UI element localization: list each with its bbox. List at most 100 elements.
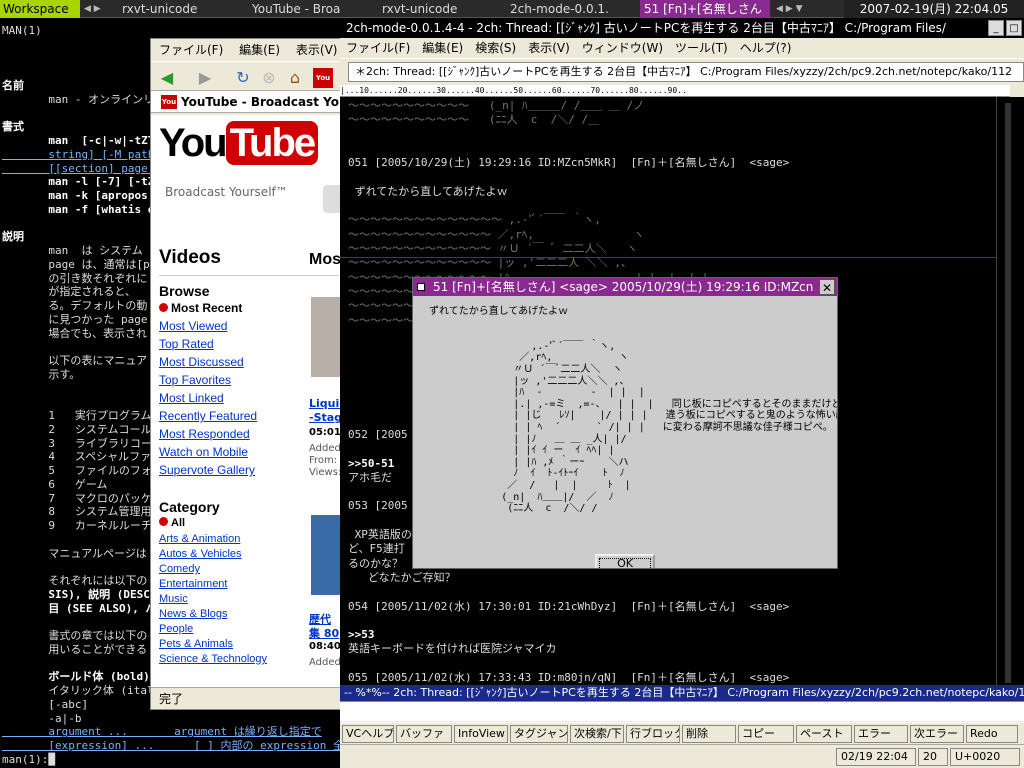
buffer-line: ～～～～～～～～～～～～～～ ,.-'ﾞ´￣￣ ｀ヽ, — [348, 213, 601, 227]
task-item-2ch-mode[interactable]: 2ch-mode-0.0.1. — [506, 0, 636, 18]
browse-link[interactable]: Most Responded — [159, 427, 250, 441]
terminal-line: が指定されると、 — [2, 285, 136, 299]
post-header: 053 [2005 — [348, 499, 408, 513]
home-icon[interactable]: ⌂ — [285, 68, 305, 88]
menu-view[interactable]: 表示(V) — [296, 43, 338, 57]
terminal-line: 9 カーネルルーチ — [2, 519, 152, 532]
browse-link[interactable]: Top Favorites — [159, 373, 231, 387]
fkey-button[interactable]: 次エラー — [910, 725, 964, 743]
buffer-line: アホ毛だ — [348, 470, 392, 484]
clock: 2007-02-19(月) 22:04.05 — [844, 0, 1024, 18]
tab-youtube[interactable]: You YouTube - Broadcast Yo — [151, 91, 344, 113]
fkey-button[interactable]: InfoView — [454, 725, 508, 743]
browse-link[interactable]: Watch on Mobile — [159, 445, 248, 459]
terminal-line: ボールド体 (bold) — [2, 670, 150, 684]
terminal-line: man - オンラインリ — [2, 92, 155, 106]
xyzzy-menubar: ファイル(F) 編集(E) 検索(S) 表示(V) ウィンドウ(W) ツール(T) ヘルプ(… — [340, 38, 1024, 58]
xyzzy-menu-item[interactable]: ヘルプ(?) — [740, 41, 792, 55]
close-icon[interactable]: ✕ — [819, 279, 835, 295]
popup-text-line: 〃Ｕ ´￣ﾞ二二人＼ ヽ — [429, 364, 623, 375]
category-link[interactable]: Science & Technology — [159, 653, 267, 665]
workspace-switcher[interactable]: Workspace 1 — [0, 0, 80, 34]
most-heading: Mos — [309, 251, 341, 268]
window-title: 2ch-mode-0.0.1.4-4 - 2ch: Thread: [[ｼﾞｬﾝ… — [346, 21, 946, 35]
popup-text-line: ,.-'ﾞ´￣￣ ｀ヽ, — [429, 340, 616, 352]
fkey-button[interactable]: バッファ — [396, 725, 452, 743]
fkey-button[interactable]: タグジャンプ — [510, 725, 568, 743]
terminal-line: マニュアルページは — [2, 546, 147, 560]
popup-text-line: | |じ ﾚｿ| |/ | | | 違う板にコピペすると鬼のような怖い顔 — [429, 410, 838, 422]
browse-link[interactable]: Most Linked — [159, 391, 224, 405]
xyzzy-menu-item[interactable]: ウィンドウ(W) — [582, 41, 663, 55]
scrollbar-thumb[interactable] — [1005, 103, 1011, 683]
task-item-rxvt-1[interactable]: rxvt-unicode — [118, 0, 240, 18]
menu-file[interactable]: ファイル(F) — [159, 43, 223, 57]
menu-edit[interactable]: 編集(E) — [239, 43, 280, 57]
youtube-logo[interactable]: You Tube — [159, 121, 319, 166]
task-item-popup[interactable]: 51 [Fn]+[名無しさん — [640, 0, 770, 18]
terminal-line: 説明 — [2, 230, 24, 244]
category-link[interactable]: Arts & Animation — [159, 533, 240, 545]
workspace-nav-icon[interactable]: ◀ ▶ — [84, 0, 101, 18]
browse-link[interactable]: Most Discussed — [159, 355, 244, 369]
scrollbar[interactable] — [996, 97, 1024, 685]
xyzzy-menu-item[interactable]: 編集(E) — [422, 41, 463, 55]
window-menu-icon[interactable] — [417, 283, 425, 291]
terminal-line: る。デフォルトの動 — [2, 299, 148, 312]
buffer-line[interactable]: >>50-51 — [348, 457, 394, 471]
xyzzy-menu-item[interactable]: 表示(V) — [528, 41, 570, 55]
minibuffer[interactable] — [340, 701, 1024, 721]
task-item-youtube[interactable]: YouTube - Broa — [248, 0, 368, 18]
back-icon[interactable]: ◀ — [157, 68, 177, 88]
terminal-line: string] [-M path] — [2, 147, 161, 161]
popup-text-line: |ﾊ ‐ ‐ | | | — [429, 387, 645, 399]
popup-text-line: | | ﾍ ´ ` /| | | に変わる摩訶不思議な佳子様コピペ。 — [429, 422, 833, 433]
category-link[interactable]: Comedy — [159, 563, 200, 575]
ok-button[interactable]: OK — [595, 554, 655, 568]
fkey-button[interactable]: 行ブロック — [626, 725, 680, 743]
fkey-button[interactable]: エラー — [854, 725, 908, 743]
xyzzy-menu-item[interactable]: 検索(S) — [475, 41, 516, 55]
fkey-button[interactable]: VCヘルプ — [342, 725, 394, 743]
category-link[interactable]: Entertainment — [159, 578, 227, 590]
post-header: 054 [2005/11/02(水) 17:30:01 ID:21cWhDyz]… — [348, 599, 790, 613]
youtube-tab-icon: You — [161, 95, 177, 109]
popup-text-line: (_n| ﾊ＿＿|/ ／ ﾉ — [429, 491, 614, 503]
maximize-icon[interactable]: □ — [1006, 20, 1022, 36]
category-link[interactable]: News & Blogs — [159, 608, 227, 620]
youtube-favicon-icon[interactable]: You — [313, 68, 333, 88]
category-link[interactable]: People — [159, 623, 193, 635]
videos-heading: Videos — [159, 247, 221, 268]
task-scroll-icon[interactable]: ◀ ▶ ▼ — [776, 0, 803, 18]
firefox-window: ファイル(F) 編集(E) 表示(V) 履 ◀ ▶ ↻ ⊗ ⌂ You You … — [150, 38, 345, 710]
terminal-line: 1 実行プログラム — [2, 409, 152, 422]
fkey-button[interactable]: 削除 — [682, 725, 736, 743]
tab-thread[interactable]: ＊2ch: Thread: [[ｼﾞｬﾝｸ]古いノートPCを再生する 2台目【中… — [348, 62, 1024, 82]
browse-link[interactable]: Most Viewed — [159, 319, 227, 333]
stop-icon[interactable]: ⊗ — [259, 68, 279, 88]
fkey-button[interactable]: Redo — [966, 725, 1018, 743]
xyzzy-menu-item[interactable]: ファイル(F) — [346, 41, 410, 55]
category-link[interactable]: Music — [159, 593, 188, 605]
browse-link[interactable]: Top Rated — [159, 337, 214, 351]
xyzzy-menu-item[interactable]: ツール(T) — [675, 41, 728, 55]
terminal-line: [[section] page .. — [2, 161, 168, 175]
forward-icon[interactable]: ▶ — [195, 68, 215, 88]
minimize-icon[interactable]: _ — [988, 20, 1004, 36]
category-link[interactable]: Pets & Animals — [159, 638, 233, 650]
status-column: 20 — [918, 748, 948, 766]
task-item-rxvt-2[interactable]: rxvt-unicode — [378, 0, 498, 18]
buffer-line[interactable]: >>53 — [348, 628, 375, 642]
reload-icon[interactable]: ↻ — [233, 68, 253, 88]
post-header: 051 [2005/10/29(土) 19:29:16 ID:MZcn5MkR]… — [348, 156, 790, 170]
browse-link[interactable]: Recently Featured — [159, 409, 257, 423]
video-title-link-4[interactable]: 集 80 — [309, 625, 339, 641]
fkey-button[interactable]: ペースト — [796, 725, 852, 743]
category-link[interactable]: Autos & Vehicles — [159, 548, 242, 560]
status-char-code: U+0020 — [950, 748, 1020, 766]
browse-link[interactable]: Supervote Gallery — [159, 463, 255, 477]
fkey-button[interactable]: 次検索/下 — [570, 725, 624, 743]
fkey-button[interactable]: コピー — [738, 725, 794, 743]
xyzzy-tabbar: ＊2ch: Thread: [[ｼﾞｬﾝｸ]古いノートPCを再生する 2台目【中… — [340, 58, 1024, 82]
popup-titlebar[interactable]: 51 [Fn]+[名無しさん] <sage> 2005/10/29(土) 19:… — [413, 278, 837, 296]
